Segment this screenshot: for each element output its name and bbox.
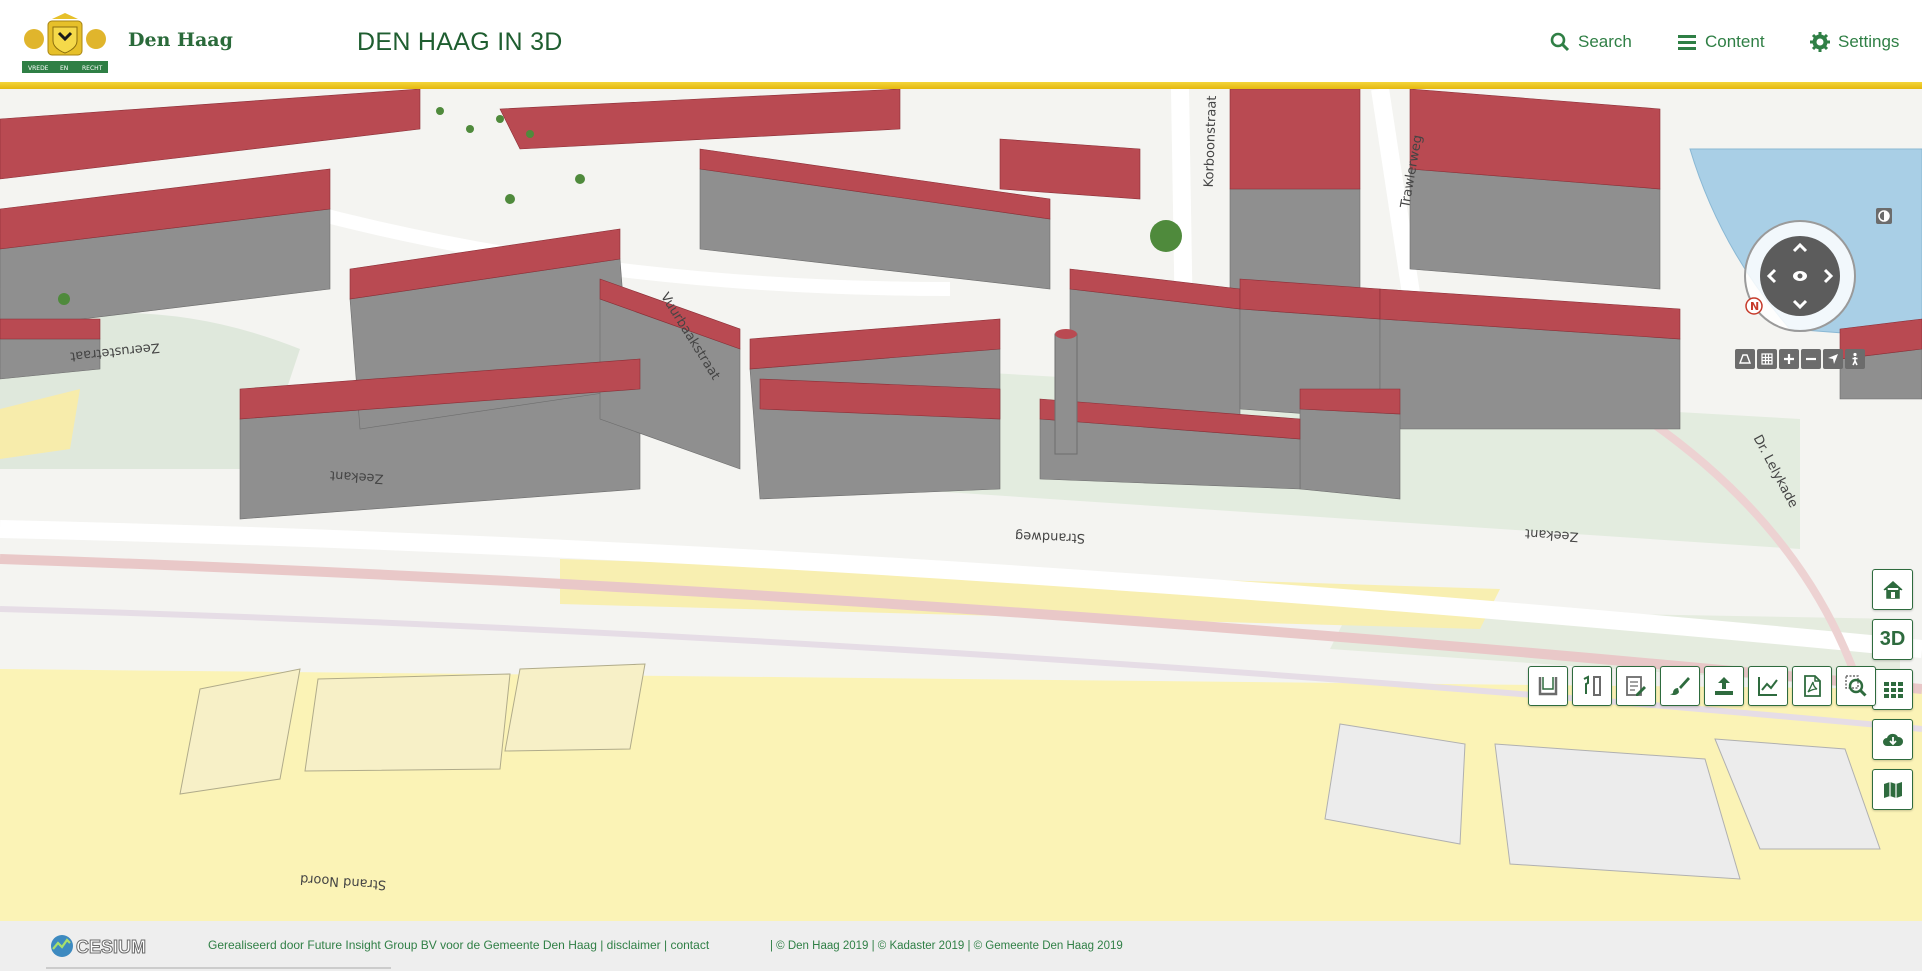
app-title: DEN HAAG IN 3D xyxy=(357,28,563,56)
contrast-toggle-icon[interactable] xyxy=(1876,208,1892,224)
tilt-icon xyxy=(1738,354,1752,364)
search-nav-button[interactable]: Search xyxy=(1550,28,1632,56)
cloud-download-icon xyxy=(1882,733,1903,746)
header-accent-bar xyxy=(0,82,1922,89)
layers-grid-button[interactable] xyxy=(1872,669,1913,710)
content-nav-label: Content xyxy=(1705,32,1765,51)
3d-map-viewport[interactable]: Zeerustetraat Vuurbaakstraat Zeekant Str… xyxy=(0,89,1922,921)
zoom-in-button[interactable] xyxy=(1779,349,1799,369)
search-zoom-button[interactable] xyxy=(1836,666,1876,706)
edit-button[interactable] xyxy=(1616,666,1656,706)
copyright-text: | © Den Haag 2019 | © Kadaster 2019 | © … xyxy=(770,940,1123,952)
svg-text:CESIUM: CESIUM xyxy=(76,937,146,957)
right-toolbar: 3D xyxy=(1872,569,1913,810)
search-icon xyxy=(1550,32,1570,52)
download-button[interactable] xyxy=(1872,719,1913,760)
compass-north-label: N xyxy=(1750,300,1759,313)
location-arrow-icon xyxy=(1828,354,1838,364)
menu-bars-icon xyxy=(1678,35,1696,50)
street-label: Korboonstraat xyxy=(1201,95,1221,188)
gear-icon xyxy=(1810,32,1830,52)
brand-name: Den Haag xyxy=(128,29,233,51)
settings-nav-label: Settings xyxy=(1838,32,1900,51)
pdf-export-button[interactable] xyxy=(1792,666,1832,706)
chart-button[interactable] xyxy=(1748,666,1788,706)
paint-button[interactable] xyxy=(1660,666,1700,706)
ground-profile-button[interactable] xyxy=(1528,666,1568,706)
grid-toggle-button[interactable] xyxy=(1757,349,1777,369)
svg-text:EN: EN xyxy=(60,65,68,72)
map-icon xyxy=(1883,781,1902,798)
navigation-compass[interactable]: N xyxy=(1742,218,1858,334)
tilt-button[interactable] xyxy=(1735,349,1755,369)
ground-profile-icon xyxy=(1538,677,1558,696)
home-view-button[interactable] xyxy=(1872,569,1913,610)
svg-text:VREDE: VREDE xyxy=(28,65,49,72)
analysis-toolbar xyxy=(1528,666,1876,706)
grid-icon xyxy=(1761,353,1773,365)
svg-text:RECHT: RECHT xyxy=(82,65,103,72)
plus-icon xyxy=(1784,354,1794,364)
minus-icon xyxy=(1806,357,1816,361)
street-label: Strandweg xyxy=(1014,527,1086,546)
grid-icon xyxy=(1883,681,1903,698)
measure-button[interactable] xyxy=(1572,666,1612,706)
cesium-logo[interactable]: CESIUM xyxy=(50,933,165,959)
footer-divider xyxy=(46,967,391,969)
search-nav-label: Search xyxy=(1578,32,1632,51)
camera-tools xyxy=(1735,349,1865,369)
locate-button[interactable] xyxy=(1823,349,1843,369)
upload-icon xyxy=(1715,677,1733,695)
chart-icon xyxy=(1758,677,1778,696)
credit-links[interactable]: Gerealiseerd door Future Insight Group B… xyxy=(208,938,709,952)
content-nav-button[interactable]: Content xyxy=(1677,28,1765,56)
measure-icon xyxy=(1583,675,1601,696)
app-header: VREDE EN RECHT Den Haag DEN HAAG IN 3D S… xyxy=(0,0,1922,82)
zoom-out-button[interactable] xyxy=(1801,349,1821,369)
settings-nav-button[interactable]: Settings xyxy=(1810,28,1899,56)
pdf-icon xyxy=(1804,675,1821,697)
den-haag-crest-logo[interactable]: VREDE EN RECHT xyxy=(20,13,110,75)
walking-person-icon xyxy=(1852,352,1858,366)
home-icon xyxy=(1883,580,1902,599)
search-zoom-icon xyxy=(1845,675,1867,697)
paint-icon xyxy=(1670,677,1690,696)
3d-city-scene[interactable] xyxy=(0,89,1922,921)
pedestrian-mode-button[interactable] xyxy=(1845,349,1865,369)
app-footer: CESIUM Gerealiseerd door Future Insight … xyxy=(0,921,1922,971)
view-mode-button[interactable]: 3D xyxy=(1872,619,1913,660)
view-mode-label: 3D xyxy=(1879,628,1906,650)
basemap-button[interactable] xyxy=(1872,769,1913,810)
edit-icon xyxy=(1626,676,1646,696)
upload-button[interactable] xyxy=(1704,666,1744,706)
